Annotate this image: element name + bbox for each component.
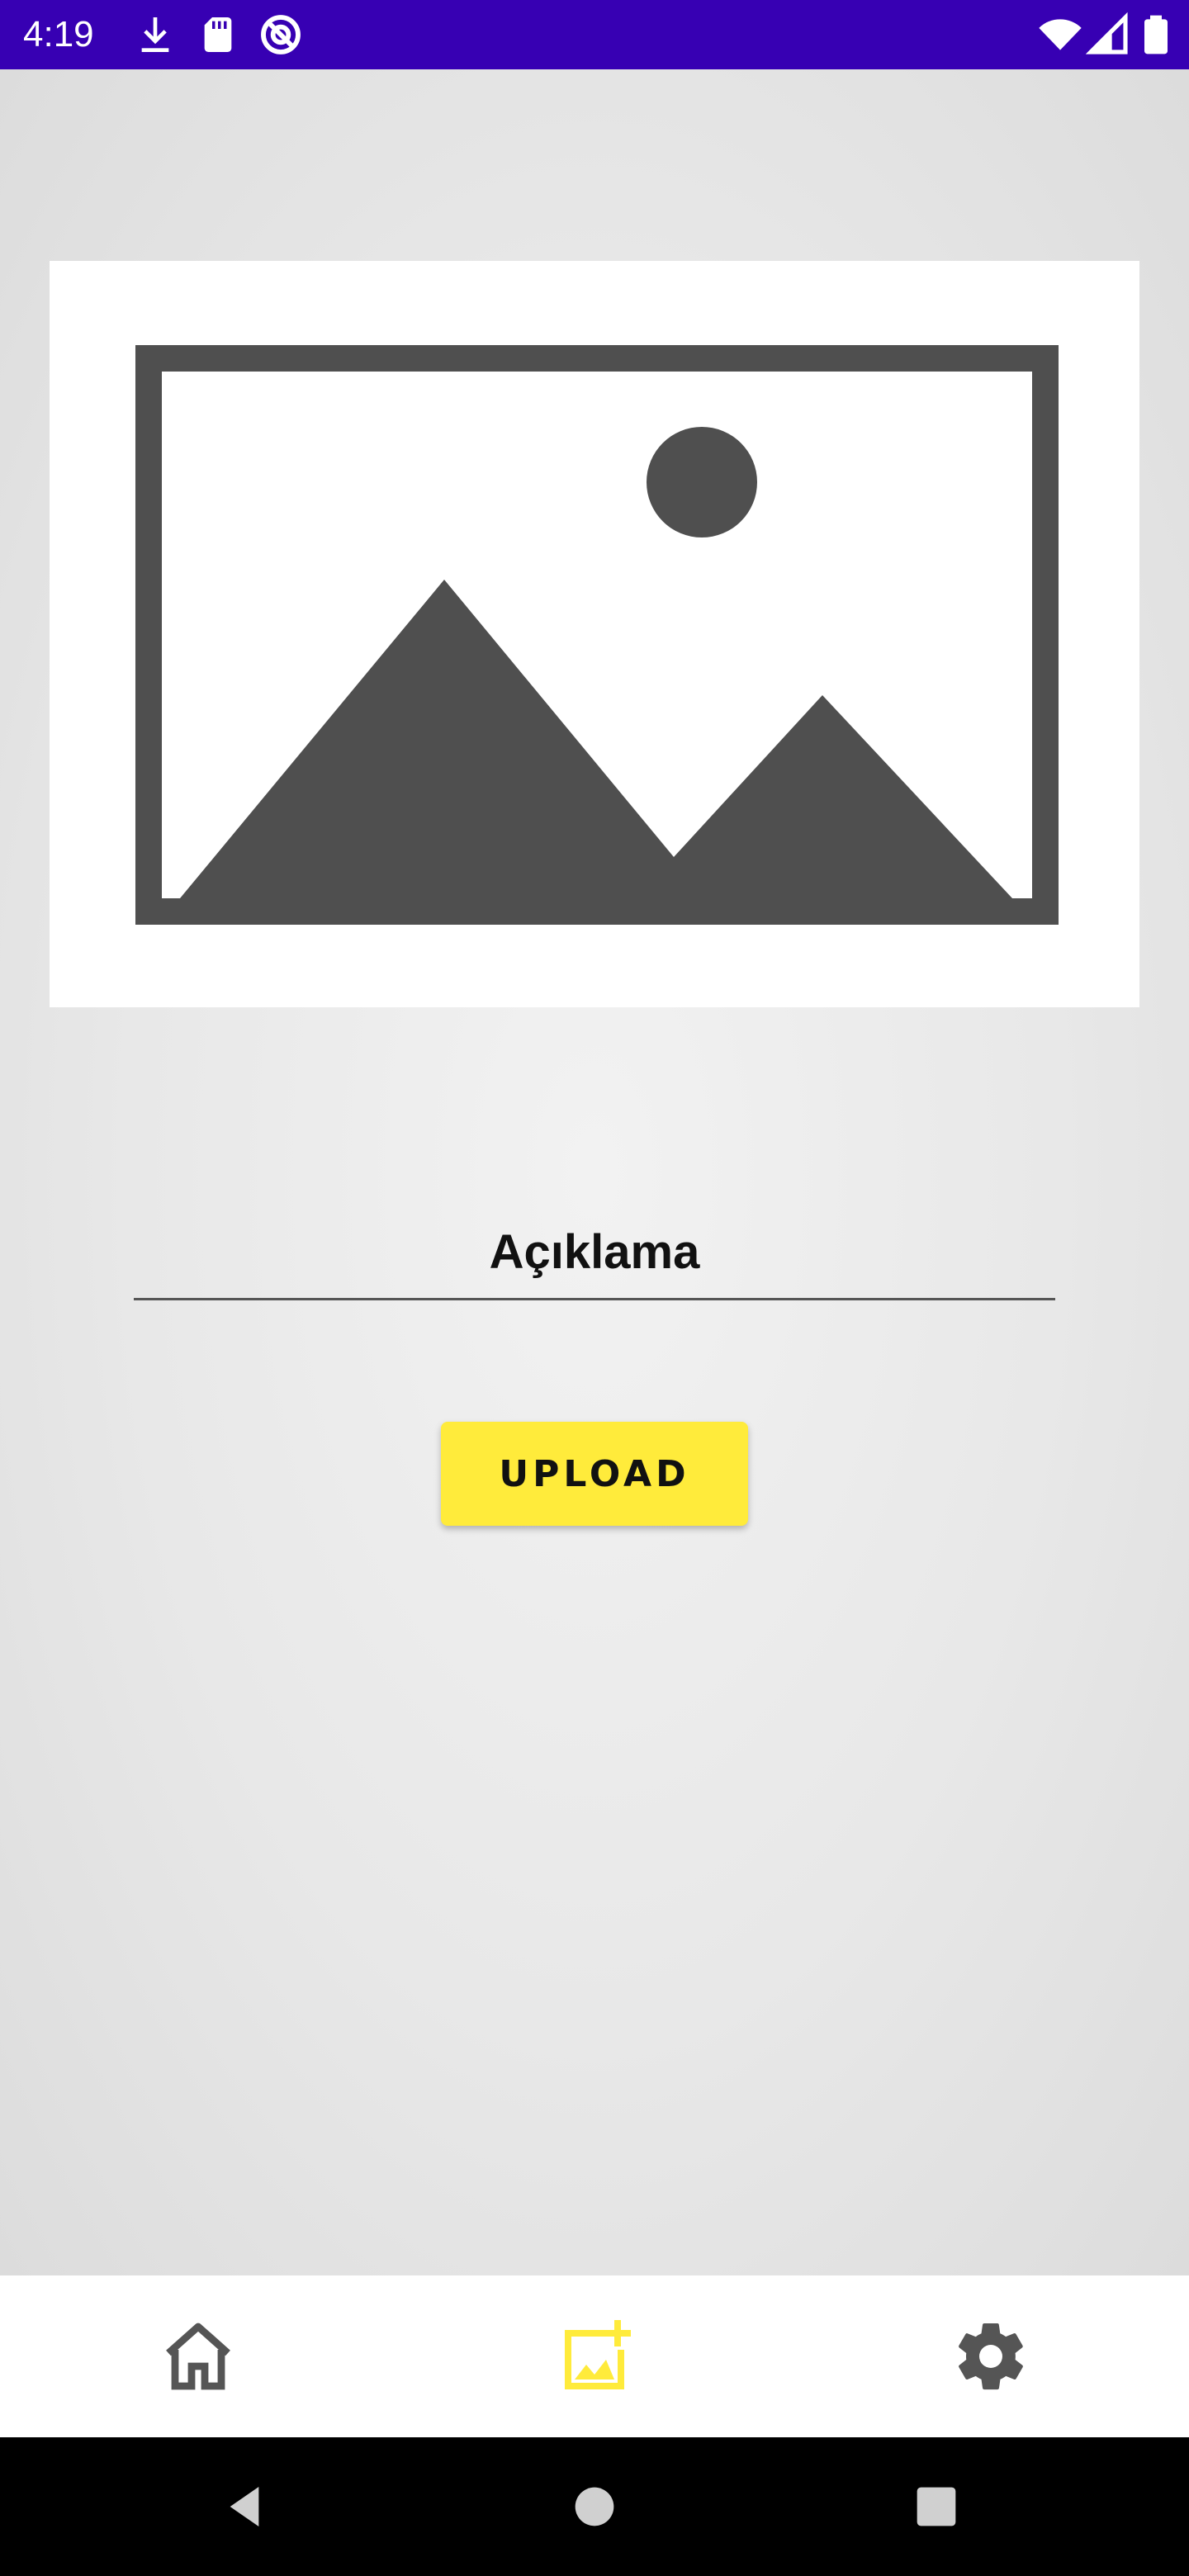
status-bar: 4:19 [0,0,1189,69]
bottom-navigation [0,2275,1189,2437]
home-icon [166,2323,230,2390]
status-time: 4:19 [23,14,94,54]
nav-home[interactable] [0,2275,396,2437]
recents-icon [917,2487,956,2526]
cellular-signal-icon [1085,12,1131,58]
description-placeholder: Açıklama [489,1224,700,1279]
image-placeholder-icon [135,345,1059,925]
main-content: Açıklama UPLOAD [0,69,1189,2275]
battery-icon [1133,12,1179,58]
image-preview[interactable] [50,261,1139,1007]
system-navigation-bar [0,2437,1189,2576]
add-photo-icon [565,2320,631,2389]
data-saver-icon [258,12,304,58]
recents-button[interactable] [897,2467,976,2546]
upload-button-label: UPLOAD [499,1452,690,1495]
description-field[interactable]: Açıklama [134,1205,1055,1300]
download-icon [132,12,178,58]
home-circle-icon [575,2487,614,2526]
back-button[interactable] [208,2467,287,2546]
sd-card-icon [195,12,241,58]
settings-gear-icon [959,2323,1023,2390]
upload-button[interactable]: UPLOAD [441,1422,748,1526]
back-icon [230,2487,259,2526]
home-button[interactable] [555,2467,634,2546]
nav-add-photo[interactable] [396,2275,793,2437]
wifi-icon [1037,12,1083,58]
nav-settings[interactable] [793,2275,1189,2437]
